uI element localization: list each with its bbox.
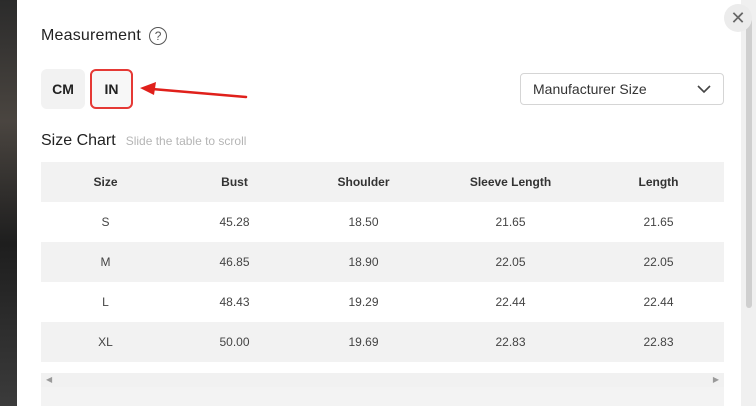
column-header: Sleeve Length (428, 162, 593, 202)
table-cell: 22.83 (428, 322, 593, 362)
column-header: Size (41, 162, 170, 202)
table-cell: 18.50 (299, 202, 428, 242)
close-button[interactable]: ✕ (724, 4, 752, 32)
size-chart-title: Size Chart (41, 132, 116, 149)
table-row: S 45.28 18.50 21.65 21.65 (41, 202, 724, 242)
close-icon: ✕ (730, 8, 746, 28)
help-icon[interactable]: ? (149, 27, 168, 45)
table-row: M 46.85 18.90 22.05 22.05 (41, 242, 724, 282)
table-row: L 48.43 19.29 22.44 22.44 (41, 282, 724, 322)
table-cell: M (41, 242, 170, 282)
table-cell: 22.05 (593, 242, 724, 282)
size-type-select[interactable]: Manufacturer Size (520, 73, 724, 105)
table-header-row: Size Bust Shoulder Sleeve Length Length (41, 162, 724, 202)
table-cell: 18.90 (299, 242, 428, 282)
table-cell: S (41, 202, 170, 242)
table-cell: 21.65 (428, 202, 593, 242)
page-scrollbar-thumb[interactable] (746, 18, 752, 308)
table-cell: 21.65 (593, 202, 724, 242)
scroll-right-icon[interactable]: ▶ (713, 375, 719, 384)
table-cell: 19.69 (299, 322, 428, 362)
table-cell: 22.44 (593, 282, 724, 322)
column-header: Shoulder (299, 162, 428, 202)
column-header: Bust (170, 162, 299, 202)
table-cell: 22.83 (593, 322, 724, 362)
size-chart-table[interactable]: Size Bust Shoulder Sleeve Length Length … (41, 162, 724, 362)
table-cell: 19.29 (299, 282, 428, 322)
size-type-value: Manufacturer Size (533, 81, 647, 97)
table-cell: 22.44 (428, 282, 593, 322)
table-horizontal-scrollbar[interactable]: ◀ ▶ (41, 373, 724, 387)
table-cell: XL (41, 322, 170, 362)
modal-lower-area (41, 387, 724, 406)
table-cell: 46.85 (170, 242, 299, 282)
size-chart-hint: Slide the table to scroll (125, 134, 247, 148)
scroll-left-icon[interactable]: ◀ (46, 375, 52, 384)
table-cell: 22.05 (428, 242, 593, 282)
size-chart-header: Size Chart Slide the table to scroll (41, 132, 246, 150)
table-cell: L (41, 282, 170, 322)
table-cell: 50.00 (170, 322, 299, 362)
unit-cm-button[interactable]: CM (41, 69, 85, 109)
chevron-down-icon (697, 84, 711, 93)
page-scrollbar[interactable] (741, 0, 756, 406)
measurement-header: Measurement ? (41, 27, 168, 45)
annotation-arrow-icon (140, 82, 248, 99)
measurement-title: Measurement (41, 27, 142, 44)
unit-in-button[interactable]: IN (90, 69, 133, 109)
table-row: XL 50.00 19.69 22.83 22.83 (41, 322, 724, 362)
table-cell: 48.43 (170, 282, 299, 322)
table-cell: 45.28 (170, 202, 299, 242)
column-header: Length (593, 162, 724, 202)
